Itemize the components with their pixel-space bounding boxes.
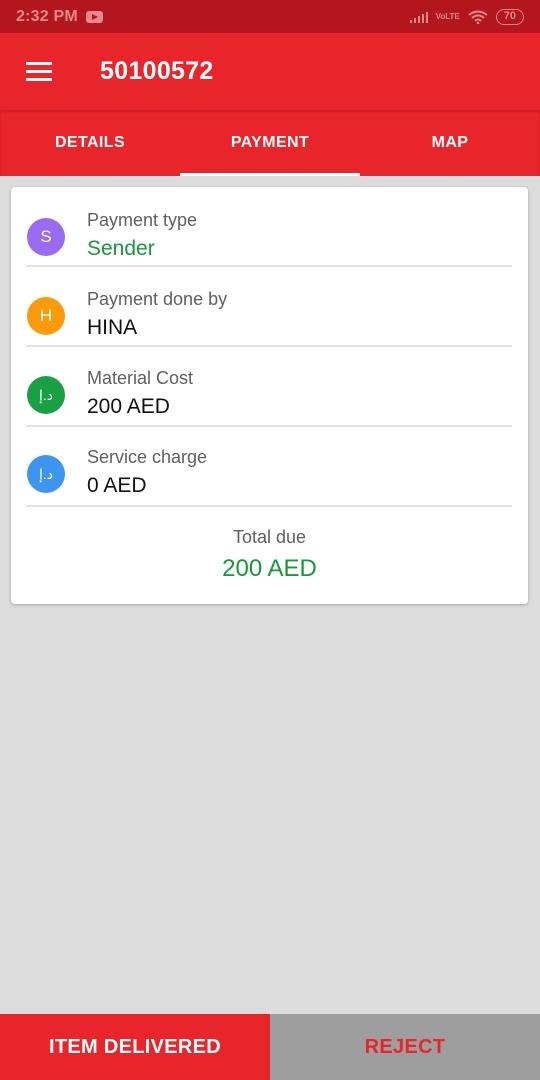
battery-icon: 70 [495, 8, 524, 25]
payment-done-by-label: Payment done by [87, 289, 228, 309]
total-due-value: 200 AED [222, 555, 317, 582]
currency-icon: د.إ [27, 455, 65, 493]
page-title: 50100572 [100, 57, 214, 85]
volte-label: VoLTE [435, 11, 460, 21]
service-charge-value: 0 AED [87, 474, 147, 497]
payment-card: S Payment type Sender H Payment done by … [11, 187, 528, 604]
material-cost-label: Material Cost [87, 368, 194, 388]
payment-type-value: Sender [87, 237, 155, 260]
youtube-notification-icon [85, 10, 103, 23]
service-charge-row: د.إ Service charge 0 AED [26, 427, 512, 507]
material-cost-row: د.إ Material Cost 200 AED [26, 347, 512, 427]
payment-type-avatar: S [27, 218, 65, 256]
payment-type-row: S Payment type Sender [26, 187, 512, 267]
signal-icon [409, 11, 428, 23]
reject-button[interactable]: REJECT [270, 1014, 540, 1080]
wifi-icon [468, 10, 488, 24]
status-indicators: VoLTE 70 [409, 8, 524, 25]
app-bar: 50100572 [0, 33, 540, 110]
status-time: 2:32 PM [16, 7, 78, 25]
menu-icon[interactable] [26, 62, 52, 82]
tab-bar: DETAILS PAYMENT MAP [0, 110, 540, 176]
payment-done-by-row: H Payment done by HINA [26, 267, 512, 347]
payment-done-by-avatar: H [27, 297, 65, 335]
payment-done-by-value: HINA [87, 316, 138, 339]
tab-map[interactable]: MAP [360, 110, 540, 176]
currency-icon: د.إ [27, 376, 65, 414]
payment-type-label: Payment type [87, 210, 198, 230]
item-delivered-button[interactable]: ITEM DELIVERED [0, 1014, 270, 1080]
material-cost-value: 200 AED [87, 395, 170, 418]
service-charge-label: Service charge [87, 447, 208, 467]
total-due-label: Total due [232, 527, 307, 547]
status-bar: 2:32 PM VoLTE 70 [0, 0, 540, 33]
tab-details[interactable]: DETAILS [0, 110, 180, 176]
tab-payment[interactable]: PAYMENT [180, 110, 360, 176]
